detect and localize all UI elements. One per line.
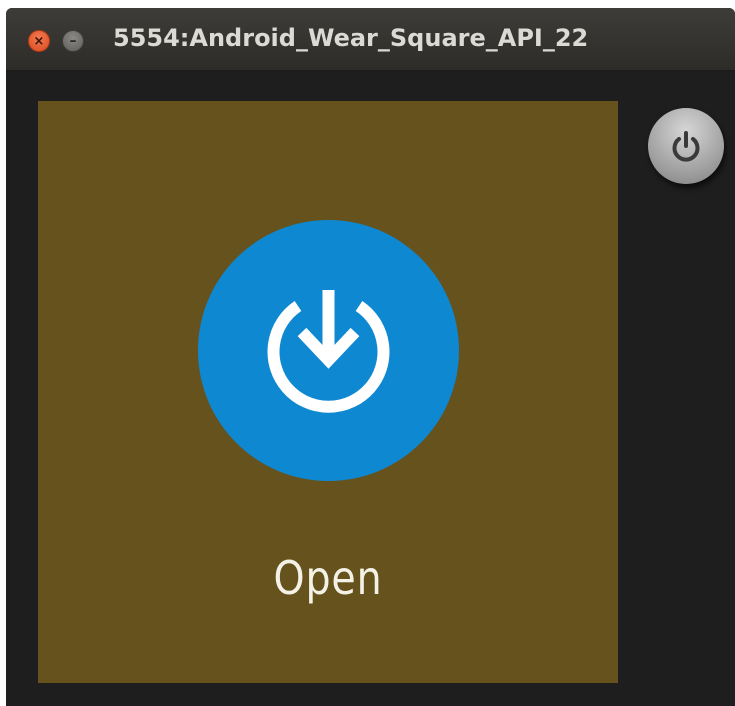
title-bar[interactable]: × – 5554:Android_Wear_Square_API_22	[6, 8, 735, 71]
open-label[interactable]: Open	[79, 551, 578, 605]
close-icon: ×	[33, 33, 45, 49]
open-action-button[interactable]	[198, 220, 459, 481]
minimize-icon: –	[69, 33, 77, 49]
window-close-button[interactable]: ×	[28, 30, 50, 52]
power-button[interactable]	[648, 108, 724, 184]
emulator-window: × – 5554:Android_Wear_Square_API_22 Open	[6, 8, 735, 706]
window-minimize-button[interactable]: –	[62, 30, 84, 52]
window-title: 5554:Android_Wear_Square_API_22	[113, 24, 589, 52]
power-download-icon	[267, 290, 390, 413]
watch-screen[interactable]: Open	[38, 101, 618, 683]
power-icon	[672, 131, 700, 162]
